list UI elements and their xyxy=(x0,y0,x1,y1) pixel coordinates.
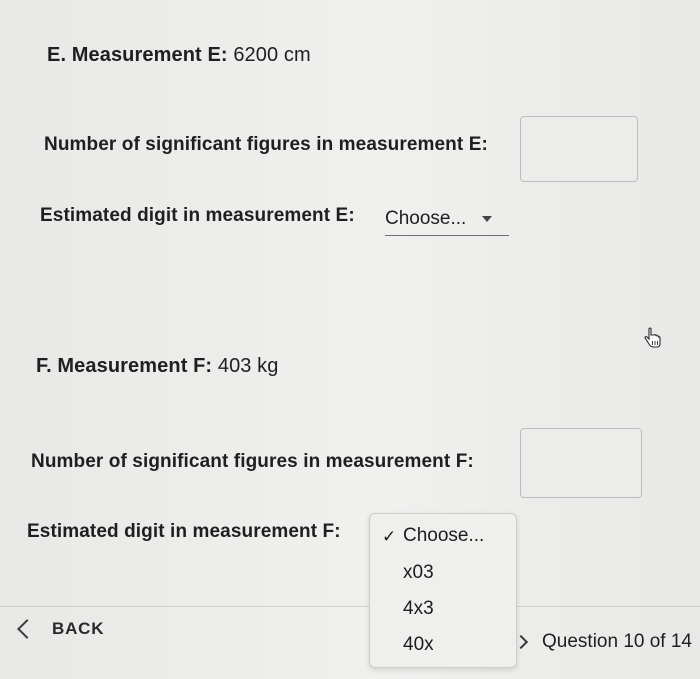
question-nav[interactable]: Question 10 of 14 xyxy=(513,631,692,653)
checkmark-icon: ✓ xyxy=(382,527,397,546)
measurement-e-prefix: E. Measurement E: xyxy=(47,44,228,66)
footer-divider xyxy=(0,606,700,607)
estimated-digit-f-dropdown[interactable]: ✓ Choose... x03 4x3 40x xyxy=(369,513,517,668)
sig-figs-e-label: Number of significant figures in measure… xyxy=(44,134,488,155)
estimated-digit-f-label: Estimated digit in measurement F: xyxy=(27,521,341,542)
question-status: Question 10 of 14 xyxy=(542,631,692,652)
dropdown-option[interactable]: 4x3 xyxy=(403,598,434,620)
sig-figs-f-label: Number of significant figures in measure… xyxy=(31,451,474,472)
estimated-digit-e-label: Estimated digit in measurement E: xyxy=(40,205,355,226)
hand-pointer-icon xyxy=(644,327,661,348)
sig-figs-e-input[interactable] xyxy=(520,116,638,182)
dropdown-option[interactable]: x03 xyxy=(403,562,434,584)
measurement-f-prefix: F. Measurement F: xyxy=(36,355,213,377)
dropdown-option[interactable]: Choose... xyxy=(403,525,484,547)
measurement-f-heading: F. Measurement F: 403 kg xyxy=(36,355,279,378)
chevron-left-icon xyxy=(17,619,37,639)
measurement-e-value: 6200 cm xyxy=(233,44,311,66)
estimated-digit-e-selected: Choose... xyxy=(385,208,467,229)
quiz-page: E. Measurement E: 6200 cm Number of sign… xyxy=(0,0,700,679)
dropdown-option[interactable]: 40x xyxy=(403,634,434,656)
sig-figs-f-input[interactable] xyxy=(520,428,642,498)
caret-down-icon xyxy=(482,216,493,222)
back-button[interactable]: BACK xyxy=(14,619,104,639)
back-label: BACK xyxy=(52,619,105,638)
estimated-digit-e-select[interactable]: Choose... xyxy=(385,203,509,236)
measurement-f-value: 403 kg xyxy=(217,355,279,377)
measurement-e-heading: E. Measurement E: 6200 cm xyxy=(47,44,311,67)
